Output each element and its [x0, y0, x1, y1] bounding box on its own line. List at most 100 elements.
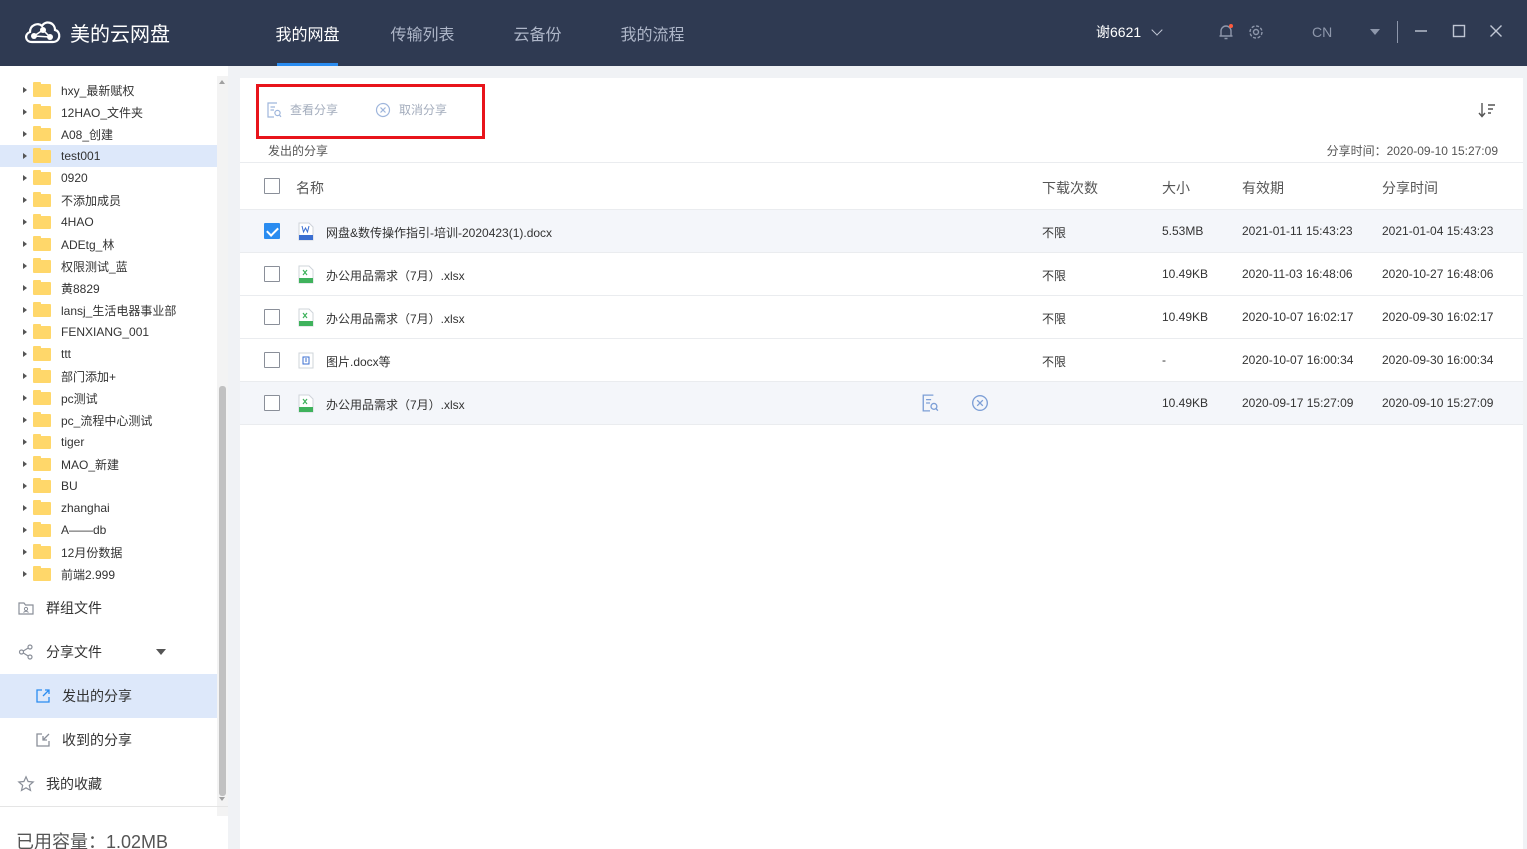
expand-arrow-icon[interactable]: [23, 483, 27, 489]
folder-tree-item[interactable]: hxy_最新赋权: [0, 79, 217, 101]
row-checkbox[interactable]: [264, 266, 280, 282]
expand-arrow-icon[interactable]: [23, 197, 27, 203]
language-select[interactable]: CN: [1312, 24, 1332, 40]
tab-transfer-list[interactable]: 传输列表: [365, 0, 480, 66]
sort-icon[interactable]: [1477, 100, 1497, 120]
user-menu[interactable]: 谢6621: [1096, 22, 1163, 42]
expand-arrow-icon[interactable]: [23, 219, 27, 225]
folder-tree-item[interactable]: tiger: [0, 431, 217, 453]
folder-tree-item[interactable]: pc_流程中心测试: [0, 409, 217, 431]
file-name[interactable]: 办公用品需求（7月）.xlsx: [326, 396, 465, 413]
file-name[interactable]: 网盘&数传操作指引-培训-2020423(1).docx: [326, 224, 552, 241]
folder-tree-item[interactable]: pc测试: [0, 387, 217, 409]
folder-tree-item[interactable]: lansj_生活电器事业部: [0, 299, 217, 321]
main-nav: 我的网盘 传输列表 云备份 我的流程: [250, 0, 710, 66]
expand-arrow-icon[interactable]: [23, 263, 27, 269]
tab-my-disk[interactable]: 我的网盘: [250, 0, 365, 66]
expand-arrow-icon[interactable]: [23, 109, 27, 115]
expand-arrow-icon[interactable]: [23, 241, 27, 247]
gear-icon[interactable]: [1246, 22, 1266, 42]
folder-tree-item[interactable]: 12HAO_文件夹: [0, 101, 217, 123]
star-icon: [17, 775, 35, 793]
folder-tree-item[interactable]: 不添加成员: [0, 189, 217, 211]
maximize-icon[interactable]: [1448, 20, 1470, 42]
file-name[interactable]: 办公用品需求（7月）.xlsx: [326, 310, 465, 327]
tab-my-process[interactable]: 我的流程: [595, 0, 710, 66]
scroll-up-icon[interactable]: [219, 80, 225, 84]
folder-tree-item[interactable]: zhanghai: [0, 497, 217, 519]
folder-icon: [33, 82, 51, 97]
expand-arrow-icon[interactable]: [23, 505, 27, 511]
table-row[interactable]: 图片.docx等 不限 - 2020-10-07 16:00:34 2020-09-30…: [240, 339, 1523, 382]
expand-arrow-icon[interactable]: [23, 395, 27, 401]
sidebar-item-group-files[interactable]: 群组文件: [0, 586, 217, 630]
row-checkbox[interactable]: [264, 223, 280, 239]
row-checkbox[interactable]: [264, 352, 280, 368]
folder-tree-item[interactable]: FENXIANG_001: [0, 321, 217, 343]
column-header-size[interactable]: 大小: [1162, 178, 1190, 198]
column-header-share-time[interactable]: 分享时间: [1382, 178, 1438, 198]
scroll-down-icon[interactable]: [219, 797, 225, 801]
expand-arrow-icon[interactable]: [23, 87, 27, 93]
file-name[interactable]: 办公用品需求（7月）.xlsx: [326, 267, 465, 284]
folder-tree-item[interactable]: A08_创建: [0, 123, 217, 145]
expand-arrow-icon[interactable]: [23, 527, 27, 533]
sidebar-item-sent-shares[interactable]: 发出的分享: [0, 674, 217, 718]
folder-tree-item[interactable]: ADEtg_林: [0, 233, 217, 255]
folder-label: ADEtg_林: [61, 237, 115, 252]
folder-icon: [33, 368, 51, 383]
folder-tree-item[interactable]: 前端2.999: [0, 563, 217, 585]
row-checkbox[interactable]: [264, 309, 280, 325]
column-header-name[interactable]: 名称: [296, 178, 324, 198]
sidebar-item-shared-files[interactable]: 分享文件: [0, 630, 217, 674]
view-share-button[interactable]: 查看分享: [266, 101, 338, 118]
folder-tree-item[interactable]: 0920: [0, 167, 217, 189]
column-header-expiry[interactable]: 有效期: [1242, 178, 1284, 198]
cancel-circle-icon[interactable]: [971, 394, 989, 412]
file-name[interactable]: 图片.docx等: [326, 353, 391, 370]
caret-down-icon[interactable]: [1370, 29, 1380, 35]
cancel-share-button[interactable]: 取消分享: [375, 101, 447, 118]
folder-tree-item[interactable]: A——db: [0, 519, 217, 541]
folder-tree-item[interactable]: test001: [0, 145, 217, 167]
table-row[interactable]: 办公用品需求（7月）.xlsx 不限 10.49KB 2020-10-07 16:02…: [240, 296, 1523, 339]
expand-arrow-icon[interactable]: [23, 571, 27, 577]
sidebar-item-favorites[interactable]: 我的收藏: [0, 762, 217, 806]
close-icon[interactable]: [1485, 20, 1507, 42]
expand-arrow-icon[interactable]: [23, 417, 27, 423]
expand-arrow-icon[interactable]: [23, 307, 27, 313]
table-row[interactable]: 办公用品需求（7月）.xlsx 10.49KB 2020-09-17 15:27:0…: [240, 382, 1523, 425]
expand-arrow-icon[interactable]: [23, 461, 27, 467]
sidebar-item-received-shares[interactable]: 收到的分享: [0, 718, 217, 762]
section-title: 发出的分享: [268, 144, 329, 158]
folder-tree-item[interactable]: ttt: [0, 343, 217, 365]
column-header-downloads[interactable]: 下载次数: [1042, 178, 1098, 198]
row-checkbox[interactable]: [264, 395, 280, 411]
expand-arrow-icon[interactable]: [23, 373, 27, 379]
folder-tree-item[interactable]: 黄8829: [0, 277, 217, 299]
expand-arrow-icon[interactable]: [23, 549, 27, 555]
folder-tree-item[interactable]: 12月份数据: [0, 541, 217, 563]
folder-tree-item[interactable]: 4HAO: [0, 211, 217, 233]
folder-tree-item[interactable]: 权限测试_蓝: [0, 255, 217, 277]
expand-arrow-icon[interactable]: [23, 131, 27, 137]
minimize-icon[interactable]: [1410, 20, 1432, 42]
folder-tree-item[interactable]: 部门添加+: [0, 365, 217, 387]
folder-tree-item[interactable]: MAO_新建: [0, 453, 217, 475]
view-share-icon[interactable]: [921, 394, 939, 412]
table-row[interactable]: 办公用品需求（7月）.xlsx 不限 10.49KB 2020-11-03 16:48…: [240, 253, 1523, 296]
scrollbar-thumb[interactable]: [219, 386, 226, 796]
expand-arrow-icon[interactable]: [23, 285, 27, 291]
table-row[interactable]: 网盘&数传操作指引-培训-2020423(1).docx 不限 5.53MB 2021…: [240, 210, 1523, 253]
expand-arrow-icon[interactable]: [23, 153, 27, 159]
select-all-checkbox[interactable]: [264, 178, 280, 194]
bell-icon[interactable]: [1216, 22, 1236, 42]
folder-tree-item[interactable]: BU: [0, 475, 217, 497]
expand-arrow-icon[interactable]: [23, 329, 27, 335]
share-icon: [17, 643, 35, 661]
tab-cloud-backup[interactable]: 云备份: [480, 0, 595, 66]
expand-caret-icon[interactable]: [156, 649, 166, 655]
expand-arrow-icon[interactable]: [23, 175, 27, 181]
expand-arrow-icon[interactable]: [23, 351, 27, 357]
expand-arrow-icon[interactable]: [23, 439, 27, 445]
